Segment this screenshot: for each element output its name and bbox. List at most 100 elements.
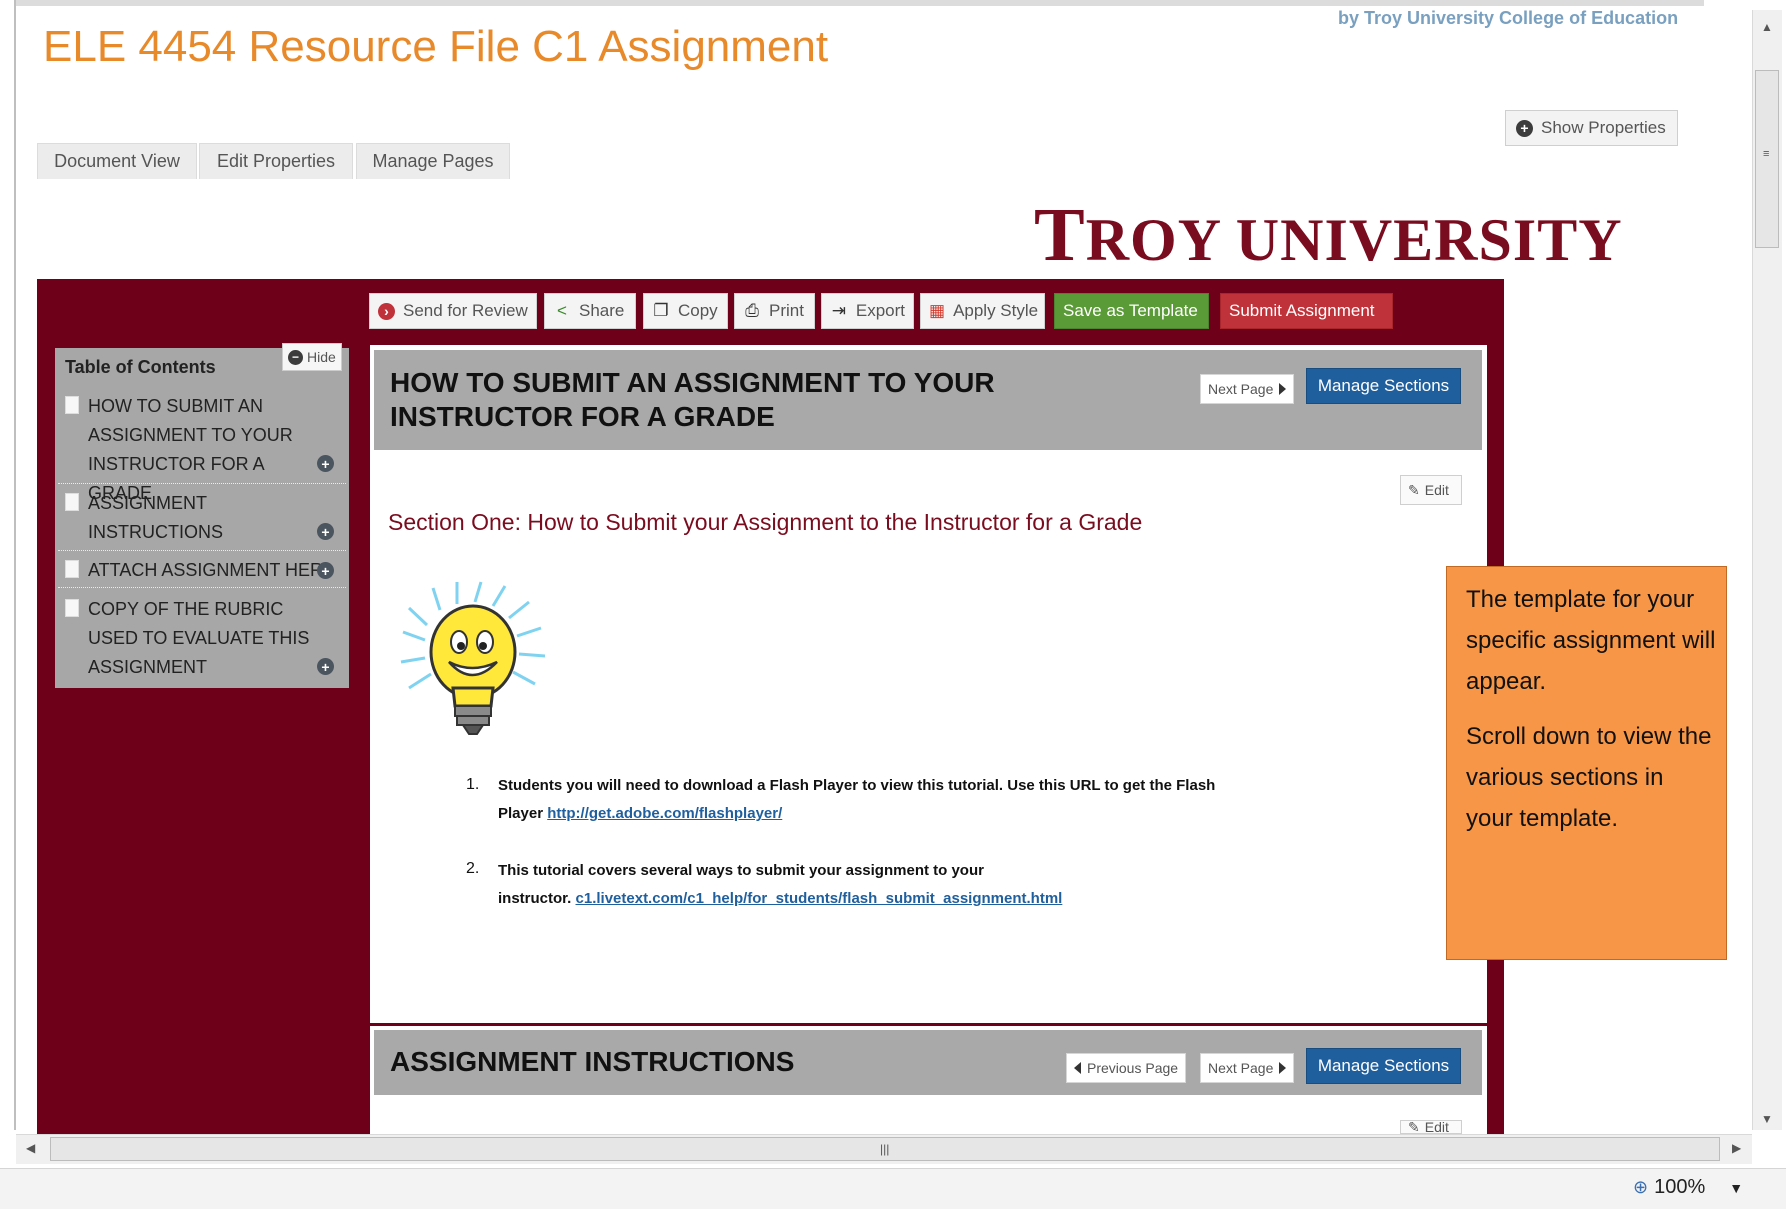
troy-university-logo: TROY UNIVERSITY — [1034, 192, 1623, 279]
toc-item-label: ATTACH ASSIGNMENT HERE — [88, 560, 320, 580]
zoom-control[interactable]: ⊕ 100% ▼ — [1633, 1176, 1743, 1199]
next-page-button[interactable]: Next Page — [1200, 374, 1295, 404]
pencil-icon: ✎ — [1408, 1120, 1420, 1134]
caret-right-icon — [1279, 1062, 1287, 1074]
byline: by Troy University College of Education — [1338, 8, 1679, 28]
apply-style-icon: ▦ — [929, 301, 946, 320]
next-page-label: Next Page — [1208, 1060, 1274, 1076]
scroll-up-icon[interactable]: ▲ — [1761, 20, 1773, 34]
tab-label: Manage Pages — [372, 151, 494, 171]
save-as-template-label: Save as Template — [1063, 301, 1198, 320]
send-for-review-button[interactable]: › Send for Review — [369, 293, 537, 329]
next-page-button[interactable]: Next Page — [1200, 1053, 1295, 1083]
print-button[interactable]: ⎙ Print — [734, 293, 815, 329]
print-icon: ⎙ — [745, 301, 759, 320]
section-one-heading: Section One: How to Submit your Assignme… — [388, 509, 1143, 535]
previous-page-button[interactable]: Previous Page — [1066, 1053, 1187, 1083]
submit-assignment-label: Submit Assignment — [1229, 301, 1375, 320]
submit-assignment-button[interactable]: Submit Assignment — [1220, 293, 1393, 329]
caret-right-icon — [1279, 383, 1287, 395]
edit-label: Edit — [1424, 1120, 1449, 1134]
section-title-line: INSTRUCTOR FOR A GRADE — [390, 401, 775, 432]
flash-player-link[interactable]: http://get.adobe.com/flashplayer/ — [547, 805, 782, 822]
apply-style-button[interactable]: ▦ Apply Style — [920, 293, 1045, 329]
scroll-right-icon[interactable]: ▶ — [1732, 1141, 1741, 1155]
send-for-review-label: Send for Review — [403, 301, 528, 320]
list-item-tutorial: This tutorial covers several ways to sub… — [498, 857, 1062, 913]
edit-button[interactable]: ✎ Edit — [1400, 475, 1462, 505]
toc-item-attach-assignment[interactable]: ATTACH ASSIGNMENT HERE + — [58, 556, 346, 588]
arrow-circle-icon: › — [378, 302, 395, 320]
export-icon: ⇥ — [831, 301, 847, 320]
next-page-label: Next Page — [1208, 381, 1274, 397]
plus-circle-icon[interactable]: + — [317, 455, 334, 472]
zoom-level: 100% — [1654, 1176, 1706, 1198]
content-panel — [370, 345, 1487, 1135]
page-title: ELE 4454 Resource File C1 Assignment — [43, 22, 829, 71]
list-item-line: This tutorial covers several ways to sub… — [498, 862, 984, 879]
toc-item-label: ASSIGNMENT INSTRUCTIONS — [88, 493, 223, 542]
grip-icon: ≡ — [1763, 148, 1770, 160]
export-button[interactable]: ⇥ Export — [821, 293, 914, 329]
manage-sections-label: Manage Sections — [1317, 376, 1450, 395]
manage-sections-button[interactable]: Manage Sections — [1306, 368, 1461, 404]
tutorial-link[interactable]: c1.livetext.com/c1_help/for_students/fla… — [576, 890, 1063, 907]
scroll-down-icon[interactable]: ▼ — [1761, 1112, 1773, 1126]
scroll-left-icon[interactable]: ◀ — [26, 1141, 35, 1155]
copy-icon: ❐ — [653, 301, 669, 320]
apply-style-label: Apply Style — [953, 301, 1039, 320]
save-as-template-button[interactable]: Save as Template — [1054, 293, 1209, 329]
plus-circle-icon: + — [1516, 119, 1533, 137]
tab-edit-properties[interactable]: Edit Properties — [199, 143, 353, 179]
toc-hide-button[interactable]: − Hide — [282, 343, 342, 371]
logo-initial: T — [1034, 193, 1086, 277]
edit-button[interactable]: ✎ Edit — [1400, 1120, 1462, 1134]
list-item-flash-player: Students you will need to download a Fla… — [498, 772, 1215, 828]
plus-circle-icon[interactable]: + — [317, 658, 334, 675]
plus-circle-icon[interactable]: + — [317, 523, 334, 540]
document-icon — [65, 493, 79, 511]
copy-label: Copy — [678, 301, 718, 320]
tab-manage-pages[interactable]: Manage Pages — [356, 143, 510, 179]
section-title-line: HOW TO SUBMIT AN ASSIGNMENT TO YOUR — [390, 367, 995, 398]
copy-button[interactable]: ❐ Copy — [643, 293, 728, 329]
document-icon — [65, 560, 79, 578]
list-item-line: Students you will need to download a Fla… — [498, 777, 1216, 794]
lightbulb-icon — [400, 581, 546, 735]
plus-circle-icon[interactable]: + — [317, 562, 334, 579]
section-title: ASSIGNMENT INSTRUCTIONS — [390, 1046, 795, 1077]
share-label: Share — [579, 301, 625, 320]
window-left-border — [14, 0, 16, 1130]
toc-item-how-to-submit[interactable]: HOW TO SUBMIT AN ASSIGNMENT TO YOUR INST… — [58, 392, 346, 503]
print-label: Print — [769, 301, 804, 320]
show-properties-label: Show Properties — [1541, 118, 1666, 137]
grip-icon: ||| — [880, 1142, 890, 1156]
share-icon: < — [557, 301, 567, 320]
callout-note: The template for your specific assignmen… — [1446, 566, 1727, 960]
logo-text: ROY UNIVERSITY — [1085, 207, 1623, 273]
document-icon — [65, 599, 79, 617]
toc-item-copy-of-rubric[interactable]: COPY OF THE RUBRIC USED TO EVALUATE THIS… — [58, 595, 346, 687]
manage-sections-label: Manage Sections — [1317, 1056, 1450, 1075]
list-item-line: Player http://get.adobe.com/flashplayer/ — [498, 800, 1215, 828]
section-divider — [370, 1023, 1487, 1026]
section-title: HOW TO SUBMIT AN ASSIGNMENT TO YOUR INST… — [390, 366, 995, 434]
edit-label: Edit — [1424, 482, 1449, 498]
chevron-down-icon[interactable]: ▼ — [1729, 1180, 1743, 1196]
toc-hide-label: Hide — [307, 349, 336, 365]
window-top-border — [14, 0, 1704, 6]
list-number: 1. — [466, 776, 480, 793]
callout-text: The template for your specific assignmen… — [1466, 586, 1716, 695]
manage-sections-button[interactable]: Manage Sections — [1306, 1048, 1461, 1084]
toc-item-assignment-instructions[interactable]: ASSIGNMENT INSTRUCTIONS + — [58, 489, 346, 551]
tab-document-view[interactable]: Document View — [37, 143, 197, 179]
list-number: 2. — [466, 860, 480, 877]
tab-label: Edit Properties — [216, 151, 336, 171]
zoom-icon: ⊕ — [1633, 1177, 1649, 1197]
minus-circle-icon: − — [288, 349, 303, 365]
toc-title: Table of Contents — [65, 357, 216, 377]
list-item-prefix: Player — [498, 805, 548, 822]
share-button[interactable]: < Share — [544, 293, 636, 329]
previous-page-label: Previous Page — [1087, 1060, 1179, 1076]
show-properties-button[interactable]: + Show Properties — [1505, 110, 1678, 146]
